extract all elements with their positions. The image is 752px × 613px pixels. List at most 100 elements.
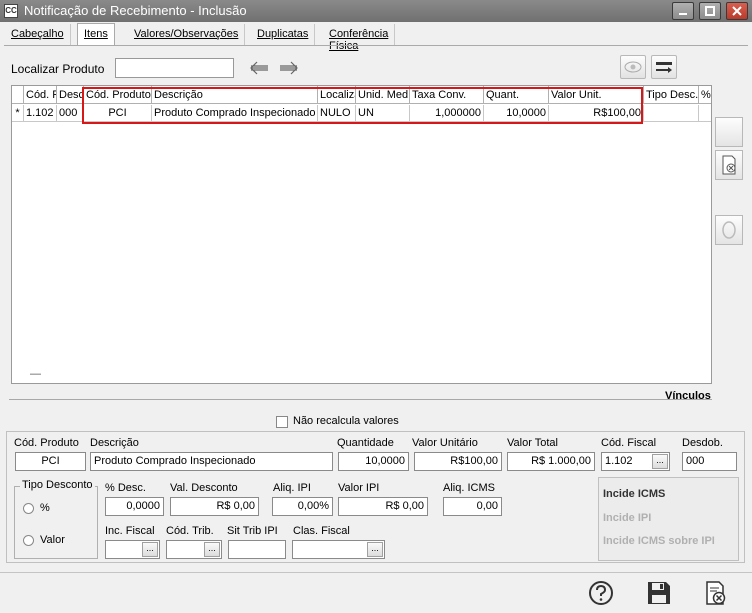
maximize-button[interactable] [699, 2, 721, 20]
incide-icms: Incide ICMS [603, 488, 666, 500]
save-button[interactable] [646, 580, 672, 606]
app-icon[interactable]: CC [4, 4, 18, 18]
valor-ipi-label: Valor IPI [338, 482, 380, 494]
tipo-desconto-label: Tipo Desconto [20, 479, 95, 491]
circle-button[interactable] [715, 215, 743, 245]
aliq-ipi-label: Aliq. IPI [273, 482, 311, 494]
grid-header-tipo-desc[interactable]: Tipo Desc. [644, 86, 699, 104]
close-button[interactable] [726, 2, 748, 20]
perc-desc-field[interactable]: 0,0000 [105, 497, 164, 516]
cell-desdob[interactable]: 000 [57, 105, 84, 122]
incide-icms-sobre-ipi: Incide ICMS sobre IPI [603, 535, 715, 547]
tipo-desconto-valor-radio[interactable] [23, 535, 34, 546]
valor-ipi-field[interactable]: R$ 0,00 [338, 497, 428, 516]
grid-header-indicator [12, 86, 24, 104]
quantidade-label: Quantidade [337, 437, 394, 449]
tab-itens[interactable]: Itens [77, 23, 115, 45]
view-button[interactable] [620, 55, 646, 79]
grid-header-cod-fiscal[interactable]: Cód. F [24, 86, 57, 104]
delete-item-button[interactable] [715, 150, 743, 180]
arrow-left-icon [250, 61, 268, 75]
tipo-desconto-valor-label: Valor [40, 534, 65, 546]
cod-fiscal-field[interactable]: 1.102 ... [601, 452, 670, 471]
sit-trib-ipi-field[interactable] [228, 540, 286, 559]
close-icon [732, 6, 742, 16]
aliq-ipi-field[interactable]: 0,00% [272, 497, 333, 516]
column-config-icon [656, 62, 672, 73]
bottom-bar [0, 572, 752, 613]
cod-trib-label: Cód. Trib. [166, 525, 214, 537]
descricao-label: Descrição [90, 437, 139, 449]
perc-desc-label: % Desc. [105, 482, 146, 494]
cod-fiscal-value: 1.102 [605, 455, 633, 467]
aliq-icms-label: Aliq. ICMS [443, 482, 495, 494]
valor-unitario-label: Valor Unitário [412, 437, 478, 449]
vinculos-divider [9, 399, 712, 400]
delete-item-icon [722, 155, 736, 175]
cod-produto-field[interactable]: PCI [15, 452, 86, 471]
vinculos-label[interactable]: Vínculos [665, 390, 711, 402]
inc-fiscal-lookup-button[interactable]: ... [142, 542, 158, 557]
help-button[interactable] [588, 580, 614, 606]
minimize-icon [679, 13, 687, 15]
grid-header-perc[interactable]: % [699, 86, 711, 104]
items-grid[interactable]: Cód. F Desc Cód. Produto Descrição Local… [11, 85, 712, 384]
tipo-desconto-percent-radio[interactable] [23, 503, 34, 514]
tab-label: Duplicatas [257, 28, 309, 40]
cell-cod-fiscal[interactable]: 1.102 [24, 105, 57, 122]
clas-fiscal-label: Clas. Fiscal [293, 525, 350, 537]
clas-fiscal-lookup-button[interactable]: ... [367, 542, 383, 557]
cod-fiscal-lookup-button[interactable]: ... [652, 454, 668, 469]
save-icon [648, 582, 670, 604]
cod-fiscal-label: Cód. Fiscal [601, 437, 657, 449]
valor-unitario-field[interactable]: R$100,00 [414, 452, 502, 471]
cancel-document-button[interactable] [703, 580, 729, 606]
row-marker: * [12, 105, 24, 122]
tab-label: Cabeçalho [11, 28, 64, 40]
tab-duplicatas[interactable]: Duplicatas [251, 24, 316, 45]
cell-perc[interactable] [699, 105, 711, 122]
clas-fiscal-field[interactable]: ... [292, 540, 385, 559]
cod-produto-label: Cód. Produto [14, 437, 79, 449]
maximize-icon [705, 6, 715, 16]
tab-conferencia-fisica[interactable]: Conferência Física [323, 24, 396, 52]
tab-divider [4, 45, 748, 46]
nao-recalcula-label: Não recalcula valores [293, 415, 399, 427]
side-action-button[interactable] [715, 117, 743, 147]
desdob-field[interactable]: 000 [682, 452, 737, 471]
tab-valores-observacoes[interactable]: Valores/Observações [128, 24, 246, 45]
tipo-desconto-group [14, 486, 98, 559]
inc-fiscal-label: Inc. Fiscal [105, 525, 155, 537]
title-bar: CC Notificação de Recebimento - Inclusão [0, 0, 752, 22]
minimize-button[interactable] [672, 2, 694, 20]
cod-trib-lookup-button[interactable]: ... [204, 542, 220, 557]
circle-icon [722, 221, 736, 239]
val-desconto-label: Val. Desconto [170, 482, 238, 494]
eye-icon [624, 61, 642, 73]
localizar-produto-label: Localizar Produto [11, 62, 105, 76]
localizar-produto-input[interactable] [115, 58, 234, 78]
quantidade-field[interactable]: 10,0000 [338, 452, 409, 471]
aliq-icms-field[interactable]: 0,00 [443, 497, 502, 516]
tipo-desconto-percent-label: % [40, 502, 50, 514]
valor-total-label: Valor Total [507, 437, 558, 449]
nao-recalcula-checkbox[interactable] [276, 416, 288, 428]
val-desconto-field[interactable]: R$ 0,00 [170, 497, 259, 516]
cancel-document-icon [706, 581, 726, 605]
cod-trib-field[interactable]: ... [166, 540, 222, 559]
window-title: Notificação de Recebimento - Inclusão [24, 3, 247, 18]
incide-ipi: Incide IPI [603, 512, 652, 524]
help-icon [589, 581, 613, 605]
grid-footer-mark: — [30, 368, 41, 380]
cell-tipo-desc[interactable] [644, 105, 699, 122]
inc-fiscal-field[interactable]: ... [105, 540, 160, 559]
previous-button[interactable] [247, 57, 271, 79]
valor-total-field[interactable]: R$ 1.000,00 [507, 452, 595, 471]
descricao-field[interactable]: Produto Comprado Inspecionado [90, 452, 333, 471]
grid-header-desdob[interactable]: Desc [57, 86, 84, 104]
tab-label: Valores/Observações [134, 28, 239, 40]
tab-cabecalho[interactable]: Cabeçalho [5, 24, 71, 45]
column-config-button[interactable] [651, 55, 677, 79]
next-button[interactable] [277, 57, 301, 79]
arrow-right-icon [280, 61, 298, 75]
